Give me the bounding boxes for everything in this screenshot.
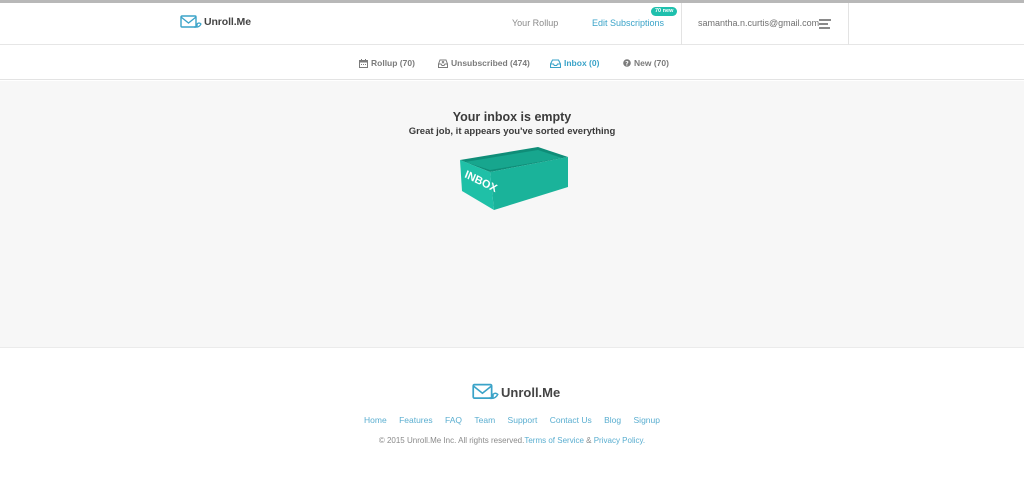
footer-link-team[interactable]: Team xyxy=(474,415,495,425)
user-email[interactable]: samantha.n.curtis@gmail.com xyxy=(698,18,819,28)
tab-new[interactable]: ? New (70) xyxy=(623,58,669,68)
tab-inbox[interactable]: Inbox (0) xyxy=(550,58,599,68)
copyright-text: © 2015 Unroll.Me Inc. All rights reserve… xyxy=(378,436,525,445)
tab-bar: Rollup (70) Unsubscribed (474) Inbox (0)… xyxy=(0,46,1024,80)
tab-rollup[interactable]: Rollup (70) xyxy=(359,58,415,68)
logo-text: Unroll.Me xyxy=(204,16,251,28)
footer-link-support[interactable]: Support xyxy=(508,415,538,425)
footer: Unroll.Me Home Features FAQ Team Support… xyxy=(0,348,1024,477)
tab-new-label: New (70) xyxy=(634,58,669,68)
footer-link-faq[interactable]: FAQ xyxy=(445,415,462,425)
header-logo[interactable]: Unroll.Me xyxy=(180,14,251,30)
footer-logo[interactable]: Unroll.Me xyxy=(472,382,560,402)
nav-your-rollup[interactable]: Your Rollup xyxy=(512,18,558,28)
footer-link-signup[interactable]: Signup xyxy=(634,415,660,425)
tab-inbox-label: Inbox (0) xyxy=(564,58,600,68)
nav-edit-subscriptions[interactable]: Edit Subscriptions xyxy=(592,18,664,28)
tab-unsubscribed-label: Unsubscribed (474) xyxy=(451,58,530,68)
main-content: Your inbox is empty Great job, it appear… xyxy=(0,81,1024,348)
footer-logo-text: Unroll.Me xyxy=(501,384,561,400)
calendar-icon xyxy=(359,58,368,68)
header-divider-right xyxy=(848,3,849,45)
empty-state-title: Your inbox is empty xyxy=(452,110,572,124)
privacy-policy-link[interactable]: Privacy Policy. xyxy=(594,436,645,445)
footer-links: Home Features FAQ Team Support Contact U… xyxy=(0,415,1024,425)
header-divider xyxy=(681,3,682,45)
svg-text:?: ? xyxy=(625,60,629,67)
tab-rollup-label: Rollup (70) xyxy=(371,58,415,68)
question-circle-icon: ? xyxy=(623,59,631,67)
footer-link-blog[interactable]: Blog xyxy=(604,415,621,425)
menu-icon[interactable] xyxy=(819,19,831,29)
unrollme-logo-icon xyxy=(472,383,499,400)
new-count-badge: 70 new xyxy=(651,7,678,16)
copyright-ampersand: & xyxy=(583,436,594,445)
tray-x-icon xyxy=(438,59,448,68)
footer-link-features[interactable]: Features xyxy=(399,415,433,425)
empty-state-subtitle: Great job, it appears you've sorted ever… xyxy=(408,126,616,137)
inbox-tray-icon xyxy=(550,58,561,68)
inbox-box-illustration: INBOX xyxy=(460,147,568,210)
terms-of-service-link[interactable]: Terms of Service xyxy=(524,436,584,445)
top-header: Unroll.Me Your Rollup Edit Subscriptions… xyxy=(0,3,1024,45)
footer-link-home[interactable]: Home xyxy=(364,415,387,425)
unrollme-logo-icon xyxy=(180,15,202,28)
copyright-line: © 2015 Unroll.Me Inc. All rights reserve… xyxy=(0,436,1024,445)
footer-link-contact-us[interactable]: Contact Us xyxy=(550,415,592,425)
tab-unsubscribed[interactable]: Unsubscribed (474) xyxy=(438,58,530,68)
